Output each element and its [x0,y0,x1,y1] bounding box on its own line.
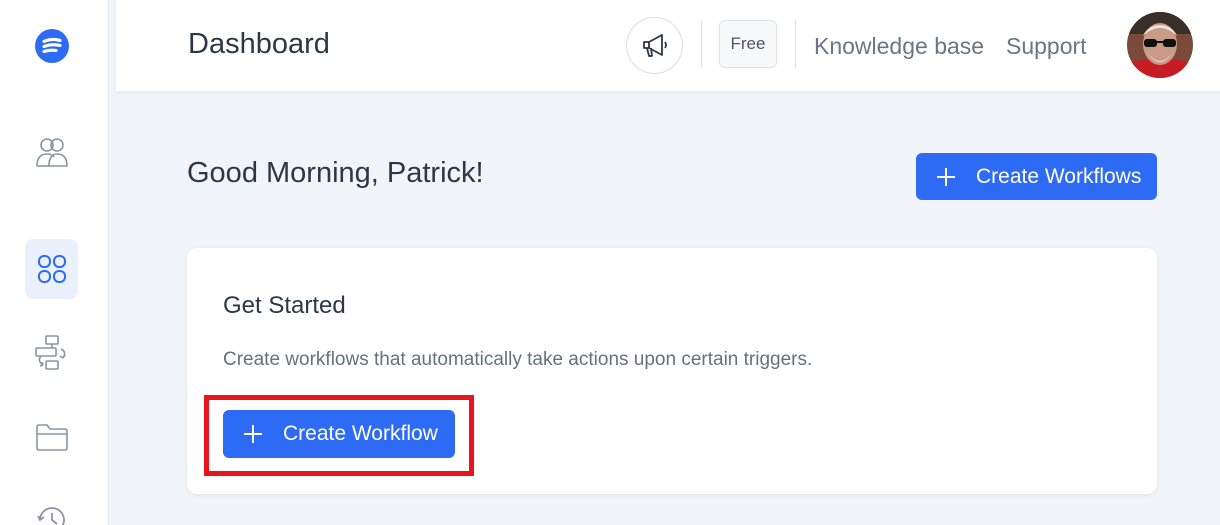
sidebar-item-dashboard[interactable] [25,239,78,299]
sidebar-item-workflows[interactable] [25,322,78,382]
top-header: Dashboard Free Knowledge base Support [116,0,1220,91]
header-divider [795,20,796,68]
plus-icon [936,167,956,187]
sidebar-item-history[interactable] [25,490,78,525]
workflow-icon [34,335,66,370]
avatar[interactable] [1127,12,1193,78]
card-title: Get Started [223,292,346,319]
users-icon [35,138,68,167]
create-workflows-label: Create Workflows [976,164,1142,188]
announcements-button[interactable] [626,17,683,74]
folder-icon [35,424,68,451]
support-link[interactable]: Support [1006,33,1087,60]
create-workflows-button[interactable]: Create Workflows [916,153,1157,200]
plus-icon [243,424,263,444]
greeting-heading: Good Morning, Patrick! [187,157,484,189]
sidebar [0,0,109,525]
sidebar-item-files[interactable] [25,407,78,467]
sidebar-item-users[interactable] [25,122,78,182]
logo-icon[interactable] [34,28,70,64]
header-divider [701,20,702,68]
plan-badge[interactable]: Free [719,20,777,68]
knowledge-base-link[interactable]: Knowledge base [814,33,984,60]
create-workflow-label: Create Workflow [283,422,438,445]
page-title: Dashboard [188,28,330,60]
create-workflow-button[interactable]: Create Workflow [223,410,455,458]
grid-icon [37,255,66,283]
card-description: Create workflows that automatically take… [223,349,813,370]
history-icon [36,507,65,525]
megaphone-icon [642,33,667,57]
